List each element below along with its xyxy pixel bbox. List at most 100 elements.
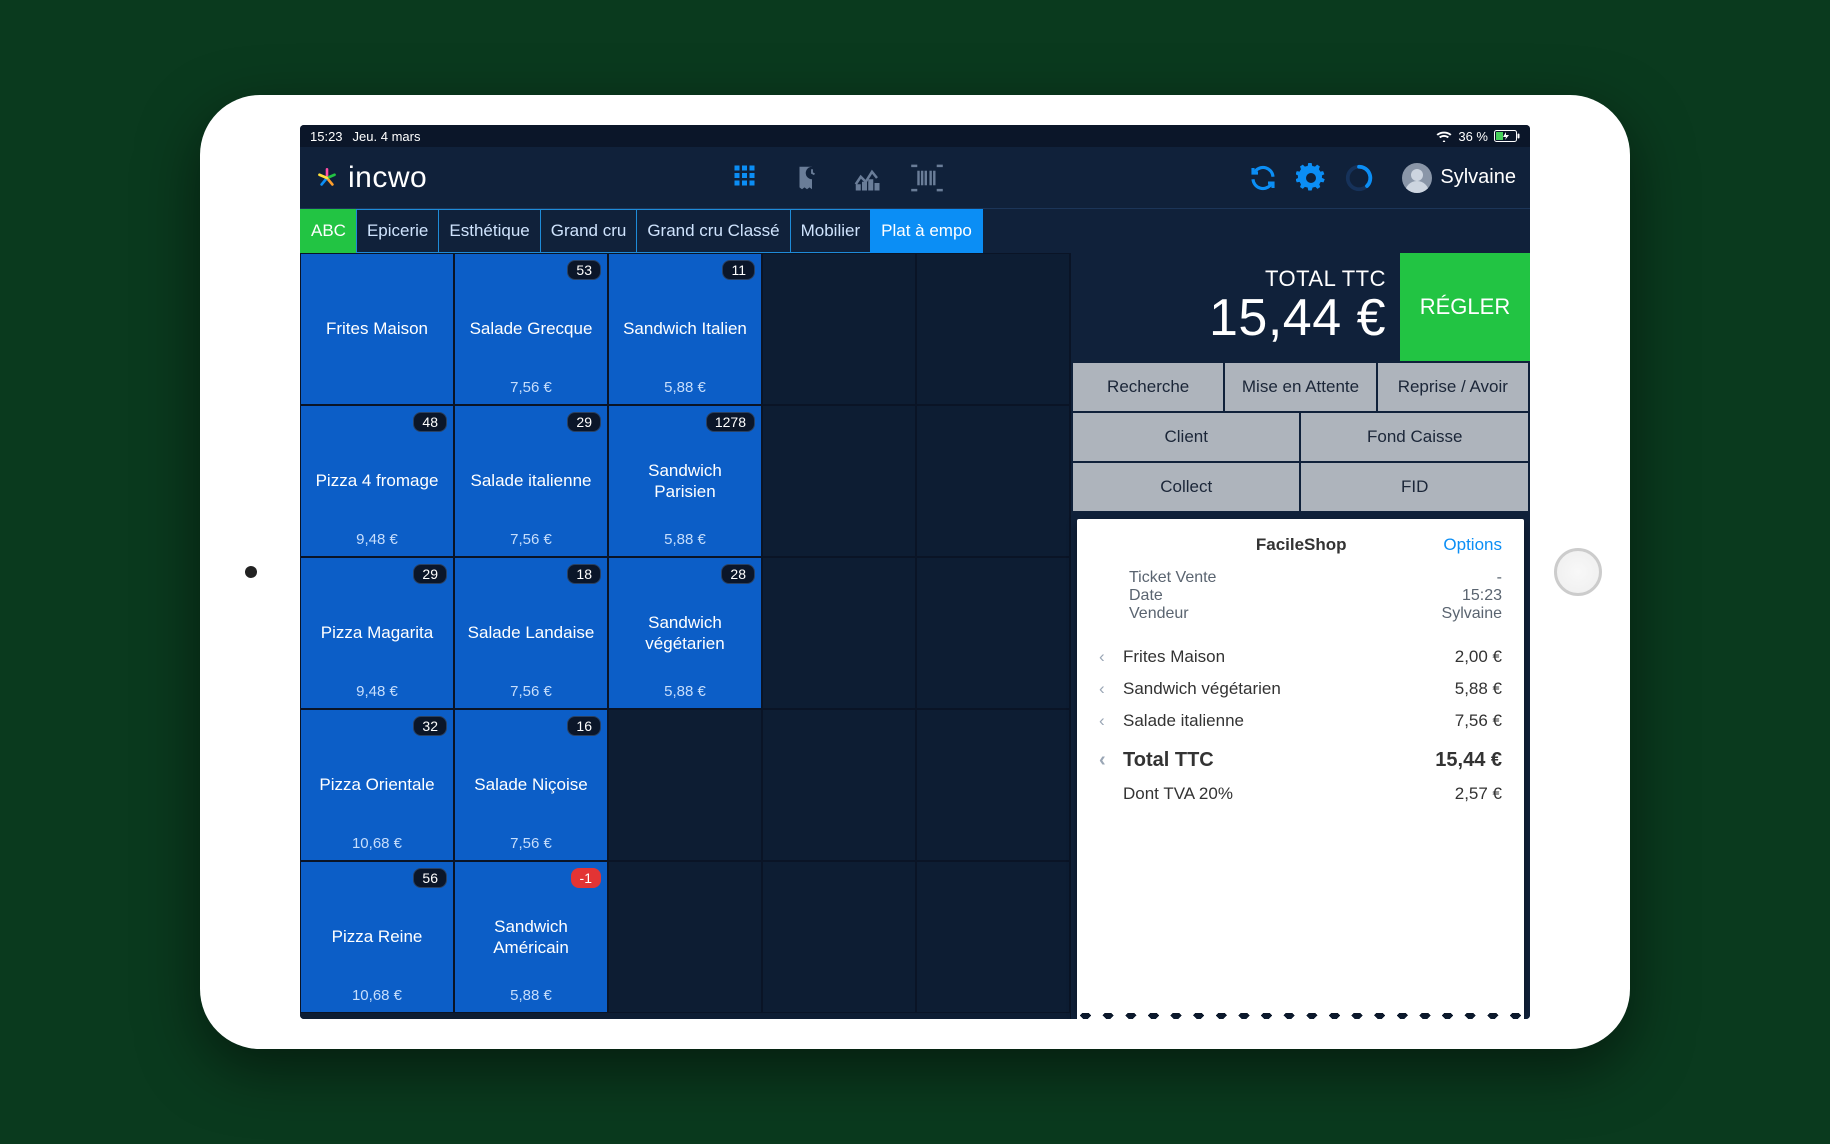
hold-button[interactable]: Mise en Attente: [1225, 363, 1375, 411]
receipt-total-label: Total TTC: [1123, 749, 1425, 772]
receipt-shop-name: FacileShop: [1099, 535, 1443, 555]
status-battery-text: 36 %: [1458, 129, 1488, 144]
product-tile[interactable]: 48Pizza 4 fromage9,48 €: [301, 406, 453, 556]
total-box: TOTAL TTC 15,44 €: [1071, 253, 1400, 361]
receipt-options-link[interactable]: Options: [1443, 535, 1502, 555]
chevron-left-icon: ‹: [1099, 679, 1113, 699]
stock-badge: 48: [413, 412, 447, 432]
product-tile[interactable]: 16Salade Niçoise7,56 €: [455, 710, 607, 860]
product-tile[interactable]: 32Pizza Orientale10,68 €: [301, 710, 453, 860]
receipt-total-row[interactable]: ‹ Total TTC 15,44 €: [1099, 743, 1502, 778]
search-button[interactable]: Recherche: [1073, 363, 1223, 411]
grid-cell: [762, 861, 916, 1013]
grid-cell: 29Pizza Magarita9,48 €: [300, 557, 454, 709]
category-tab[interactable]: Grand cru Classé: [636, 209, 790, 253]
user-chip[interactable]: Sylvaine: [1390, 163, 1516, 193]
receipt-total-value: 15,44 €: [1435, 749, 1502, 772]
grid-cell: [608, 861, 762, 1013]
grid-view-icon[interactable]: [727, 158, 767, 198]
grid-cell: [762, 557, 916, 709]
app-bar: incwo Sylvaine: [300, 147, 1530, 209]
product-tile[interactable]: 1278Sandwich Parisien5,88 €: [609, 406, 761, 556]
status-date: Jeu. 4 mars: [353, 129, 421, 144]
total-value: 15,44 €: [1209, 288, 1386, 348]
receipt-tax-label: Dont TVA 20%: [1123, 784, 1445, 804]
wifi-icon: [1436, 130, 1452, 142]
product-price: 7,56 €: [510, 683, 552, 700]
receipt-line[interactable]: ‹ Frites Maison 2,00 €: [1099, 641, 1502, 673]
stock-badge: 16: [567, 716, 601, 736]
stock-badge: 11: [722, 260, 755, 280]
cash-fund-button[interactable]: Fond Caisse: [1301, 413, 1528, 461]
stock-badge: 18: [567, 564, 601, 584]
meta-seller-value: Sylvaine: [1442, 605, 1502, 623]
grid-cell: [916, 253, 1070, 405]
product-price: 5,88 €: [664, 379, 706, 396]
receipt-tax-row: Dont TVA 20% 2,57 €: [1099, 778, 1502, 810]
fid-button[interactable]: FID: [1301, 463, 1528, 511]
category-tab[interactable]: Epicerie: [356, 209, 439, 253]
product-price: 10,68 €: [352, 835, 402, 852]
receipt-line-price: 2,00 €: [1455, 647, 1502, 667]
user-name: Sylvaine: [1440, 166, 1516, 189]
product-tile[interactable]: 29Salade italienne7,56 €: [455, 406, 607, 556]
right-panel: TOTAL TTC 15,44 € RÉGLER Recherche Mise …: [1070, 253, 1530, 1019]
receipt-line-price: 7,56 €: [1455, 711, 1502, 731]
grid-cell: [916, 709, 1070, 861]
grid-cell: [762, 253, 916, 405]
grid-cell: [762, 405, 916, 557]
meta-date-value: 15:23: [1462, 587, 1502, 605]
grid-cell: [916, 861, 1070, 1013]
product-tile[interactable]: 28Sandwich végétarien5,88 €: [609, 558, 761, 708]
client-button[interactable]: Client: [1073, 413, 1299, 461]
stats-icon[interactable]: [847, 158, 887, 198]
chevron-left-icon: ‹: [1099, 647, 1113, 667]
collect-button[interactable]: Collect: [1073, 463, 1299, 511]
brand: incwo: [314, 161, 427, 195]
meta-ticket-value: -: [1497, 569, 1502, 587]
product-name: Sandwich Italien: [623, 318, 747, 339]
receipt-line-name: Sandwich végétarien: [1123, 679, 1445, 699]
product-tile[interactable]: -1Sandwich Américain5,88 €: [455, 862, 607, 1012]
product-name: Pizza 4 fromage: [316, 470, 439, 491]
product-tile[interactable]: 11 Sandwich Italien 5,88 €: [609, 254, 761, 404]
grid-cell: 1278Sandwich Parisien5,88 €: [608, 405, 762, 557]
product-name: Salade italienne: [471, 470, 592, 491]
product-tile[interactable]: Frites Maison: [301, 254, 453, 404]
pay-button[interactable]: RÉGLER: [1400, 253, 1530, 361]
barcode-icon[interactable]: [907, 158, 947, 198]
meta-seller-label: Vendeur: [1129, 605, 1189, 623]
grid-cell: 48Pizza 4 fromage9,48 €: [300, 405, 454, 557]
product-tile[interactable]: 53Salade Grecque7,56 €: [455, 254, 607, 404]
meta-date-label: Date: [1129, 587, 1163, 605]
return-button[interactable]: Reprise / Avoir: [1378, 363, 1528, 411]
gear-icon[interactable]: [1294, 161, 1328, 195]
action-buttons: Recherche Mise en Attente Reprise / Avoi…: [1071, 361, 1530, 513]
receipt-line-name: Frites Maison: [1123, 647, 1445, 667]
category-tab[interactable]: Grand cru: [540, 209, 638, 253]
product-tile[interactable]: 56Pizza Reine10,68 €: [301, 862, 453, 1012]
product-price: 9,48 €: [356, 683, 398, 700]
progress-ring-icon[interactable]: [1342, 161, 1376, 195]
receipts-icon[interactable]: [787, 158, 827, 198]
receipt-line[interactable]: ‹Sandwich végétarien5,88 €: [1099, 673, 1502, 705]
device-home-button[interactable]: [1554, 548, 1602, 596]
stock-badge: 29: [413, 564, 447, 584]
status-time: 15:23: [310, 129, 343, 144]
category-tab[interactable]: Plat à empo: [870, 209, 983, 253]
product-name: Sandwich Américain: [463, 916, 599, 959]
category-tab[interactable]: ABC: [300, 209, 357, 253]
category-tab[interactable]: Esthétique: [438, 209, 540, 253]
product-tile[interactable]: 18 Salade Landaise 7,56 €: [455, 558, 607, 708]
product-tile[interactable]: 29Pizza Magarita9,48 €: [301, 558, 453, 708]
category-tab[interactable]: Mobilier: [790, 209, 872, 253]
product-name: Sandwich végétarien: [617, 612, 753, 655]
grid-cell: 28Sandwich végétarien5,88 €: [608, 557, 762, 709]
grid-cell: 16Salade Niçoise7,56 €: [454, 709, 608, 861]
stock-badge: 32: [413, 716, 447, 736]
grid-cell: [762, 709, 916, 861]
receipt-line[interactable]: ‹Salade italienne7,56 €: [1099, 705, 1502, 737]
sync-icon[interactable]: [1246, 161, 1280, 195]
product-name: Salade Landaise: [468, 622, 595, 643]
product-price: 5,88 €: [664, 683, 706, 700]
